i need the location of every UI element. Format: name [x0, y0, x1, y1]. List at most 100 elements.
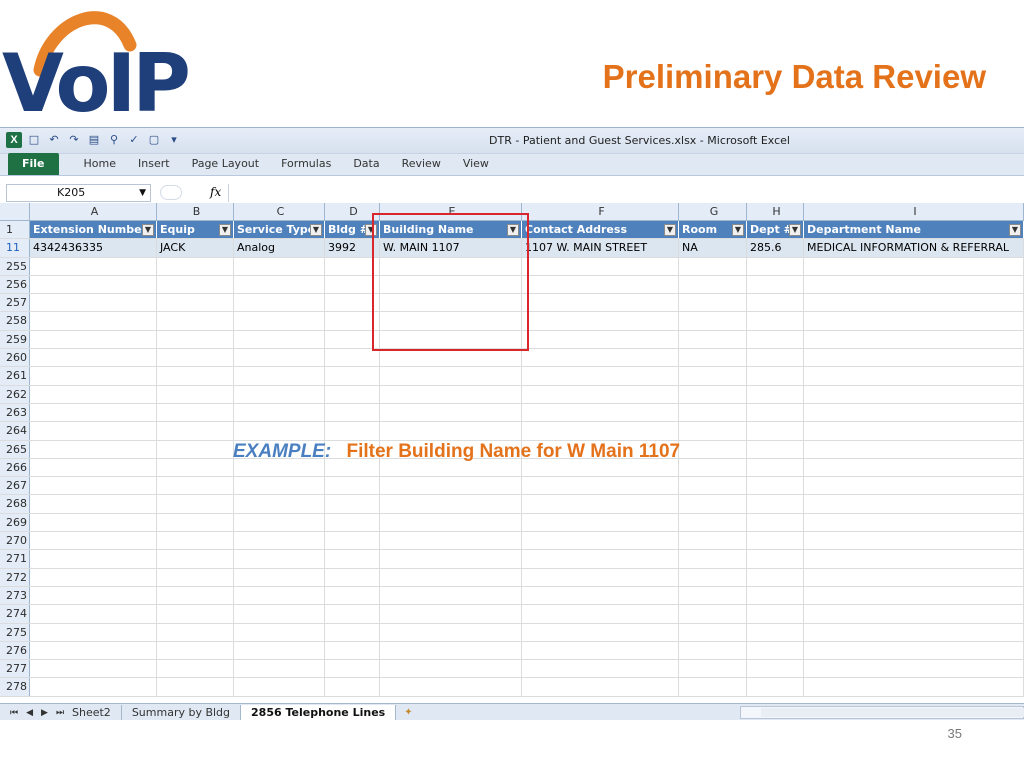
- table-cell[interactable]: [325, 349, 380, 367]
- table-cell[interactable]: [234, 568, 325, 586]
- row-number[interactable]: 271: [0, 550, 30, 568]
- table-cell[interactable]: [157, 330, 234, 349]
- tab-formulas[interactable]: Formulas: [270, 157, 342, 175]
- table-cell[interactable]: [157, 294, 234, 312]
- table-cell[interactable]: [522, 367, 679, 385]
- table-cell[interactable]: [30, 513, 157, 532]
- table-cell[interactable]: [380, 422, 522, 440]
- table-cell[interactable]: [234, 623, 325, 641]
- table-cell[interactable]: [157, 550, 234, 568]
- table-cell[interactable]: [522, 257, 679, 275]
- table-cell[interactable]: [679, 550, 747, 568]
- row-number[interactable]: 276: [0, 641, 30, 660]
- row-number[interactable]: 278: [0, 678, 30, 696]
- table-cell[interactable]: [325, 550, 380, 568]
- table-cell[interactable]: [157, 422, 234, 440]
- table-cell[interactable]: [325, 330, 380, 349]
- table-cell[interactable]: 4342436335: [30, 239, 157, 257]
- table-cell[interactable]: [804, 550, 1024, 568]
- table-cell[interactable]: [30, 477, 157, 495]
- table-cell[interactable]: [157, 458, 234, 477]
- table-cell[interactable]: [804, 477, 1024, 495]
- table-cell[interactable]: [804, 312, 1024, 330]
- column-header-e[interactable]: E: [380, 203, 522, 220]
- column-header-a[interactable]: A: [30, 203, 157, 220]
- table-cell[interactable]: [380, 257, 522, 275]
- tab-page-layout[interactable]: Page Layout: [181, 157, 271, 175]
- table-cell[interactable]: [804, 275, 1024, 294]
- column-header-i[interactable]: I: [804, 203, 1024, 220]
- table-cell[interactable]: [157, 495, 234, 513]
- row-number[interactable]: 258: [0, 312, 30, 330]
- row-number[interactable]: 259: [0, 330, 30, 349]
- table-cell[interactable]: [522, 641, 679, 660]
- table-cell[interactable]: [234, 550, 325, 568]
- table-cell[interactable]: [234, 513, 325, 532]
- sheet-tab-sheet2[interactable]: Sheet2: [62, 704, 122, 720]
- table-cell[interactable]: [804, 367, 1024, 385]
- header-cell-bldg-number[interactable]: Bldg # ▼: [325, 221, 380, 239]
- table-cell[interactable]: [157, 678, 234, 696]
- header-cell-equip[interactable]: Equip ▼: [157, 221, 234, 239]
- table-cell[interactable]: [522, 422, 679, 440]
- table-cell[interactable]: [522, 330, 679, 349]
- table-cell[interactable]: [522, 678, 679, 696]
- table-cell[interactable]: [30, 422, 157, 440]
- table-cell[interactable]: [380, 532, 522, 550]
- row-number[interactable]: 262: [0, 385, 30, 403]
- table-cell[interactable]: [30, 312, 157, 330]
- tab-home[interactable]: Home: [73, 157, 127, 175]
- table-cell[interactable]: [747, 678, 804, 696]
- sheet-tab-2856-telephone-lines[interactable]: 2856 Telephone Lines: [241, 704, 397, 720]
- table-cell[interactable]: [522, 550, 679, 568]
- table-cell[interactable]: [679, 660, 747, 678]
- row-number[interactable]: 256: [0, 275, 30, 294]
- table-cell[interactable]: [234, 403, 325, 422]
- table-cell[interactable]: [747, 367, 804, 385]
- table-cell[interactable]: [804, 586, 1024, 605]
- table-cell[interactable]: [747, 349, 804, 367]
- table-cell[interactable]: [747, 550, 804, 568]
- table-cell[interactable]: [30, 403, 157, 422]
- table-cell[interactable]: [157, 605, 234, 623]
- table-cell[interactable]: [747, 641, 804, 660]
- table-cell[interactable]: [522, 477, 679, 495]
- table-cell[interactable]: [380, 403, 522, 422]
- table-cell[interactable]: [804, 660, 1024, 678]
- table-cell[interactable]: [747, 513, 804, 532]
- row-number[interactable]: 11: [0, 239, 30, 257]
- table-cell[interactable]: [747, 458, 804, 477]
- table-cell[interactable]: [522, 275, 679, 294]
- column-header-c[interactable]: C: [234, 203, 325, 220]
- sort-filter-icon[interactable]: ▼: [142, 224, 154, 236]
- column-header-b[interactable]: B: [157, 203, 234, 220]
- table-cell[interactable]: [804, 257, 1024, 275]
- table-cell[interactable]: [522, 294, 679, 312]
- table-cell[interactable]: [380, 678, 522, 696]
- row-number[interactable]: 274: [0, 605, 30, 623]
- table-cell[interactable]: [804, 458, 1024, 477]
- table-cell[interactable]: [522, 403, 679, 422]
- filter-dropdown-icon[interactable]: ▼: [1009, 224, 1021, 236]
- table-cell[interactable]: [325, 641, 380, 660]
- table-cell[interactable]: [747, 660, 804, 678]
- row-number[interactable]: 1: [0, 221, 30, 239]
- sheet-tab-summary-by-bldg[interactable]: Summary by Bldg: [122, 704, 242, 720]
- table-cell[interactable]: [380, 385, 522, 403]
- table-cell[interactable]: [157, 586, 234, 605]
- table-cell[interactable]: [325, 678, 380, 696]
- table-cell[interactable]: [157, 385, 234, 403]
- row-number[interactable]: 273: [0, 586, 30, 605]
- table-cell[interactable]: [679, 623, 747, 641]
- filter-dropdown-icon[interactable]: ▼: [219, 224, 231, 236]
- row-number[interactable]: 277: [0, 660, 30, 678]
- table-cell[interactable]: [679, 458, 747, 477]
- row-number[interactable]: 268: [0, 495, 30, 513]
- header-cell-room[interactable]: Room ▼: [679, 221, 747, 239]
- table-cell[interactable]: [804, 605, 1024, 623]
- row-number[interactable]: 255: [0, 257, 30, 275]
- table-cell[interactable]: [234, 294, 325, 312]
- table-cell[interactable]: [234, 275, 325, 294]
- table-cell[interactable]: [747, 312, 804, 330]
- table-cell[interactable]: [380, 550, 522, 568]
